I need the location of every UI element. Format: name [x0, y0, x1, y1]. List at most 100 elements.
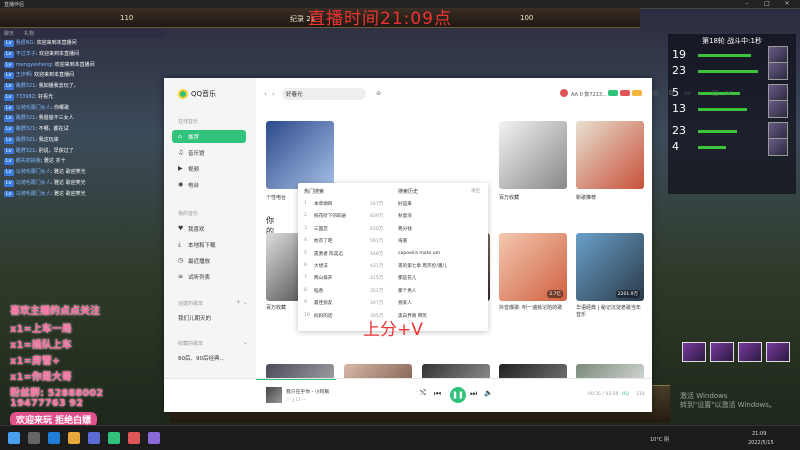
window-maximize-icon[interactable]: □ [712, 89, 719, 97]
chat-username[interactable]: 都先前挑我 [16, 158, 41, 164]
chat-username[interactable]: 马骑毛跟门女人 [16, 191, 51, 197]
hero-portrait[interactable] [768, 62, 788, 80]
live-app-icon[interactable] [128, 432, 140, 444]
playlist-card-label[interactable]: 抖音爆歌: 听一遍就沦陷的歌 [499, 305, 567, 312]
user-name[interactable]: AA 0 数7213... [571, 91, 607, 98]
chat-username[interactable]: 路野321 [16, 115, 36, 121]
next-icon[interactable]: ⏭ [470, 389, 477, 399]
collapse-collected-icon[interactable]: ⌄ [243, 339, 248, 346]
chat-username[interactable]: mengyesheng [16, 62, 52, 68]
clock-date[interactable]: 2022/5/15 [748, 440, 774, 446]
hot-search-item[interactable]: 6 大想法 431万 [300, 263, 392, 272]
quality-badge[interactable]: HQ [622, 392, 629, 397]
search-history-item[interactable]: 秋意浓 [398, 213, 412, 222]
search-history-item[interactable]: capoeira mata um [398, 251, 440, 260]
sidebar-item-history[interactable]: ◷ 最近播放 [172, 254, 246, 267]
add-playlist-icon[interactable]: + ⌄ [236, 299, 248, 306]
search-icon[interactable] [28, 432, 40, 444]
chat-tab[interactable]: 礼物 [24, 30, 34, 37]
sidebar-item-music-hall[interactable]: ♫ 音乐馆 [172, 146, 246, 159]
chat-username[interactable]: 不过羊子 [16, 51, 36, 57]
edge-icon[interactable] [48, 432, 60, 444]
chat-username[interactable]: 我很NG [16, 40, 34, 46]
search-history-item[interactable]: 夜的第七章 周杰伦/潘儿 [398, 263, 447, 272]
now-playing-cover[interactable] [266, 387, 282, 403]
download-icon[interactable]: ⤓ [292, 397, 294, 403]
voice-search-icon[interactable]: ⊕ [376, 90, 381, 97]
close-icon[interactable]: × [780, 0, 794, 7]
playlist-count[interactable]: 110 [636, 392, 645, 397]
mini-mode-icon[interactable]: ▭ [684, 89, 691, 97]
banner-card-radio[interactable] [266, 121, 334, 189]
comment-icon[interactable]: ☐ [296, 397, 300, 403]
qq-music-taskbar-icon[interactable] [108, 432, 120, 444]
back-arrow-icon[interactable]: ‹ [264, 90, 267, 98]
explorer-icon[interactable] [68, 432, 80, 444]
hot-search-item[interactable]: 4 枕衣了吧 561万 [300, 238, 392, 247]
maximize-icon[interactable]: □ [760, 0, 774, 7]
chat-username[interactable]: 路野321 [16, 148, 36, 154]
window-close-icon[interactable]: × [726, 89, 732, 97]
like-icon[interactable]: ♡ [286, 397, 290, 403]
chat-username[interactable]: 马骑毛跟门女人 [16, 105, 51, 111]
playlist-card[interactable]: 2201.9万 [576, 233, 644, 301]
now-playing-title[interactable]: 我只在乎你 - 小阿枫 [286, 388, 329, 395]
sidebar-item-list[interactable]: ≡ 试听列表 [172, 270, 246, 283]
search-history-item[interactable]: 那些花儿 [398, 275, 416, 284]
chat-username[interactable]: 733982 [16, 94, 35, 100]
user-avatar[interactable] [560, 89, 568, 97]
search-history-item[interactable]: 好运来 [398, 201, 412, 210]
app-icon[interactable] [88, 432, 100, 444]
banner-card-newsongs[interactable] [576, 121, 644, 189]
playlist-card-label[interactable]: 华语经典 | 秘记沉淀老歌当年音乐 [576, 305, 644, 318]
search-history-item[interactable]: 那个男人 [398, 288, 416, 297]
search-history-item[interactable]: 海底 [398, 238, 407, 247]
forward-arrow-icon[interactable]: › [272, 90, 275, 98]
hot-search-item[interactable]: 5 孤勇者 陈奕迅 448万 [300, 251, 392, 260]
hot-search-item[interactable]: 2 探花听下的四层 839万 [300, 213, 392, 222]
sidebar-item-video[interactable]: ▶ 视频 [172, 162, 246, 175]
hot-search-item[interactable]: 9 最佳损友 347万 [300, 300, 392, 309]
clock-time[interactable]: 21:09 [752, 431, 766, 437]
hot-search-item[interactable]: 7 两山排开 415万 [300, 275, 392, 284]
chat-username[interactable]: 路野321 [16, 126, 36, 132]
hero-portrait[interactable] [768, 138, 788, 156]
sidebar-item-heart[interactable]: ♥ 我喜欢 [172, 222, 246, 235]
banner-card-collect[interactable] [499, 121, 567, 189]
window-minimize-icon[interactable]: – [698, 89, 702, 97]
pause-button[interactable]: ❚❚ [450, 387, 466, 403]
created-playlist-item[interactable]: 我们儿朝天的 [172, 311, 246, 324]
shuffle-icon[interactable]: ⤭ [420, 389, 426, 398]
app-icon[interactable] [148, 432, 160, 444]
volume-icon[interactable]: 🔈 [484, 389, 493, 397]
more-icon[interactable]: ⋯ [302, 397, 307, 403]
sidebar-item-download[interactable]: ⤓ 本地和下载 [172, 238, 246, 251]
playlist-card[interactable]: 2.7亿 [499, 233, 567, 301]
chat-username[interactable]: 马骑毛跟门女人 [16, 180, 51, 186]
search-input[interactable]: 好春光 [282, 88, 366, 100]
start-icon[interactable] [8, 432, 20, 444]
collected-playlist-item[interactable]: 80后、90后经典... [172, 351, 246, 364]
clear-history-button[interactable]: 清空 [471, 188, 480, 194]
hot-search-item[interactable]: 3 三国恋 650万 [300, 226, 392, 235]
skin-icon[interactable]: ◎ [652, 89, 658, 97]
command-button[interactable] [682, 342, 706, 362]
chat-username[interactable]: 王炸啊 [16, 72, 31, 78]
minimize-icon[interactable]: – [740, 0, 754, 7]
chat-username[interactable]: 马骑毛跟门女人 [16, 169, 51, 175]
settings-icon[interactable]: ⚙ [668, 89, 674, 97]
command-button[interactable] [738, 342, 762, 362]
sidebar-item-radio[interactable]: ◉ 电台 [172, 178, 246, 191]
previous-icon[interactable]: ⏮ [434, 389, 441, 399]
command-button[interactable] [766, 342, 790, 362]
hot-search-item[interactable]: 1 本草纲目 547万 [300, 201, 392, 210]
command-button[interactable] [710, 342, 734, 362]
chat-username[interactable]: 路野321 [16, 83, 36, 89]
hero-portrait[interactable] [768, 100, 788, 118]
hot-search-item[interactable]: 8 稻香 351万 [300, 288, 392, 297]
search-history-item[interactable]: 两分钱 [398, 226, 412, 235]
search-history-item[interactable]: 想某人 [398, 300, 412, 309]
playback-progress[interactable] [256, 379, 336, 380]
chat-tab[interactable]: 聊天 [4, 30, 14, 37]
sidebar-item-home[interactable]: ⌂ 推荐 [172, 130, 246, 143]
